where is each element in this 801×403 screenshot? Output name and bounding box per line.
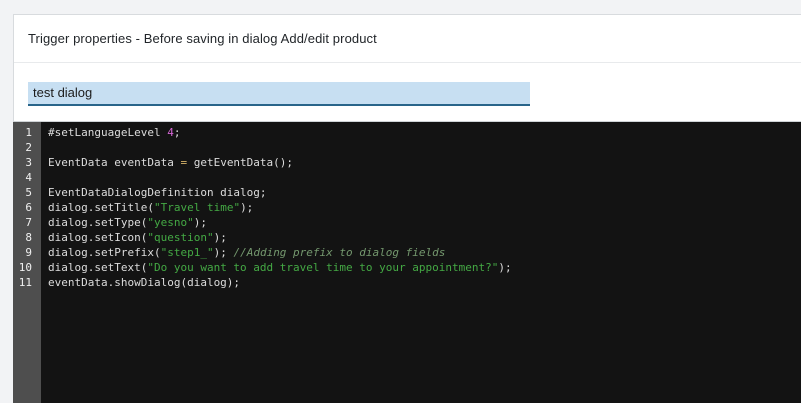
code-token-plain: );: [240, 201, 253, 214]
code-token-plain: dialog.setIcon(: [48, 231, 147, 244]
code-line: dialog.setTitle("Travel time");: [48, 200, 801, 215]
line-number: 8: [13, 230, 32, 245]
line-number: 7: [13, 215, 32, 230]
code-line: #setLanguageLevel 4;: [48, 125, 801, 140]
code-token-string: "step1_": [161, 246, 214, 259]
dialog-title: Trigger properties - Before saving in di…: [28, 31, 377, 46]
dialog-header: Trigger properties - Before saving in di…: [14, 15, 801, 63]
line-number: 1: [13, 125, 32, 140]
code-line: dialog.setText("Do you want to add trave…: [48, 260, 801, 275]
line-number: 9: [13, 245, 32, 260]
code-content[interactable]: #setLanguageLevel 4; EventData eventData …: [41, 122, 801, 403]
code-line: [48, 140, 801, 155]
page-background: { "window": { "title": "Trigger properti…: [0, 0, 801, 403]
code-line: EventData eventData = getEventData();: [48, 155, 801, 170]
code-token-comment: //Adding prefix to dialog fields: [233, 246, 445, 259]
code-token-plain: );: [214, 231, 227, 244]
code-token-plain: dialog.setText(: [48, 261, 147, 274]
code-token-string: "question": [147, 231, 213, 244]
code-line: EventDataDialogDefinition dialog;: [48, 185, 801, 200]
code-editor[interactable]: 1234567891011 #setLanguageLevel 4;EventD…: [13, 121, 801, 403]
code-token-string: "Do you want to add travel time to your …: [147, 261, 498, 274]
code-token-plain: eventData.showDialog(dialog);: [48, 276, 240, 289]
code-token-plain: EventData eventData: [48, 156, 180, 169]
code-line: dialog.setPrefix("step1_"); //Adding pre…: [48, 245, 801, 260]
code-line: dialog.setType("yesno");: [48, 215, 801, 230]
line-number: 2: [13, 140, 32, 155]
code-token-plain: dialog.setPrefix(: [48, 246, 161, 259]
code-token-plain: #setLanguageLevel: [48, 126, 167, 139]
code-token-plain: EventDataDialogDefinition dialog;: [48, 186, 267, 199]
line-number: 5: [13, 185, 32, 200]
code-token-plain: ;: [174, 126, 181, 139]
code-token-number: 4: [167, 126, 174, 139]
line-number: 10: [13, 260, 32, 275]
code-token-plain: dialog.setType(: [48, 216, 147, 229]
trigger-name-input[interactable]: [28, 82, 530, 106]
trigger-name-section: [14, 63, 801, 121]
code-token-plain: );: [214, 246, 234, 259]
line-number: 6: [13, 200, 32, 215]
line-number: 4: [13, 170, 32, 185]
code-token-string: "yesno": [147, 216, 193, 229]
code-token-plain: dialog.setTitle(: [48, 201, 154, 214]
code-token-string: "Travel time": [154, 201, 240, 214]
code-line: eventData.showDialog(dialog);: [48, 275, 801, 290]
line-number: 11: [13, 275, 32, 290]
code-token-plain: );: [194, 216, 207, 229]
code-line: [48, 170, 801, 185]
editor-gutter: 1234567891011: [13, 122, 41, 403]
line-number: 3: [13, 155, 32, 170]
code-line: dialog.setIcon("question");: [48, 230, 801, 245]
code-token-plain: );: [498, 261, 511, 274]
code-token-plain: getEventData();: [187, 156, 293, 169]
trigger-properties-dialog: Trigger properties - Before saving in di…: [13, 14, 801, 403]
